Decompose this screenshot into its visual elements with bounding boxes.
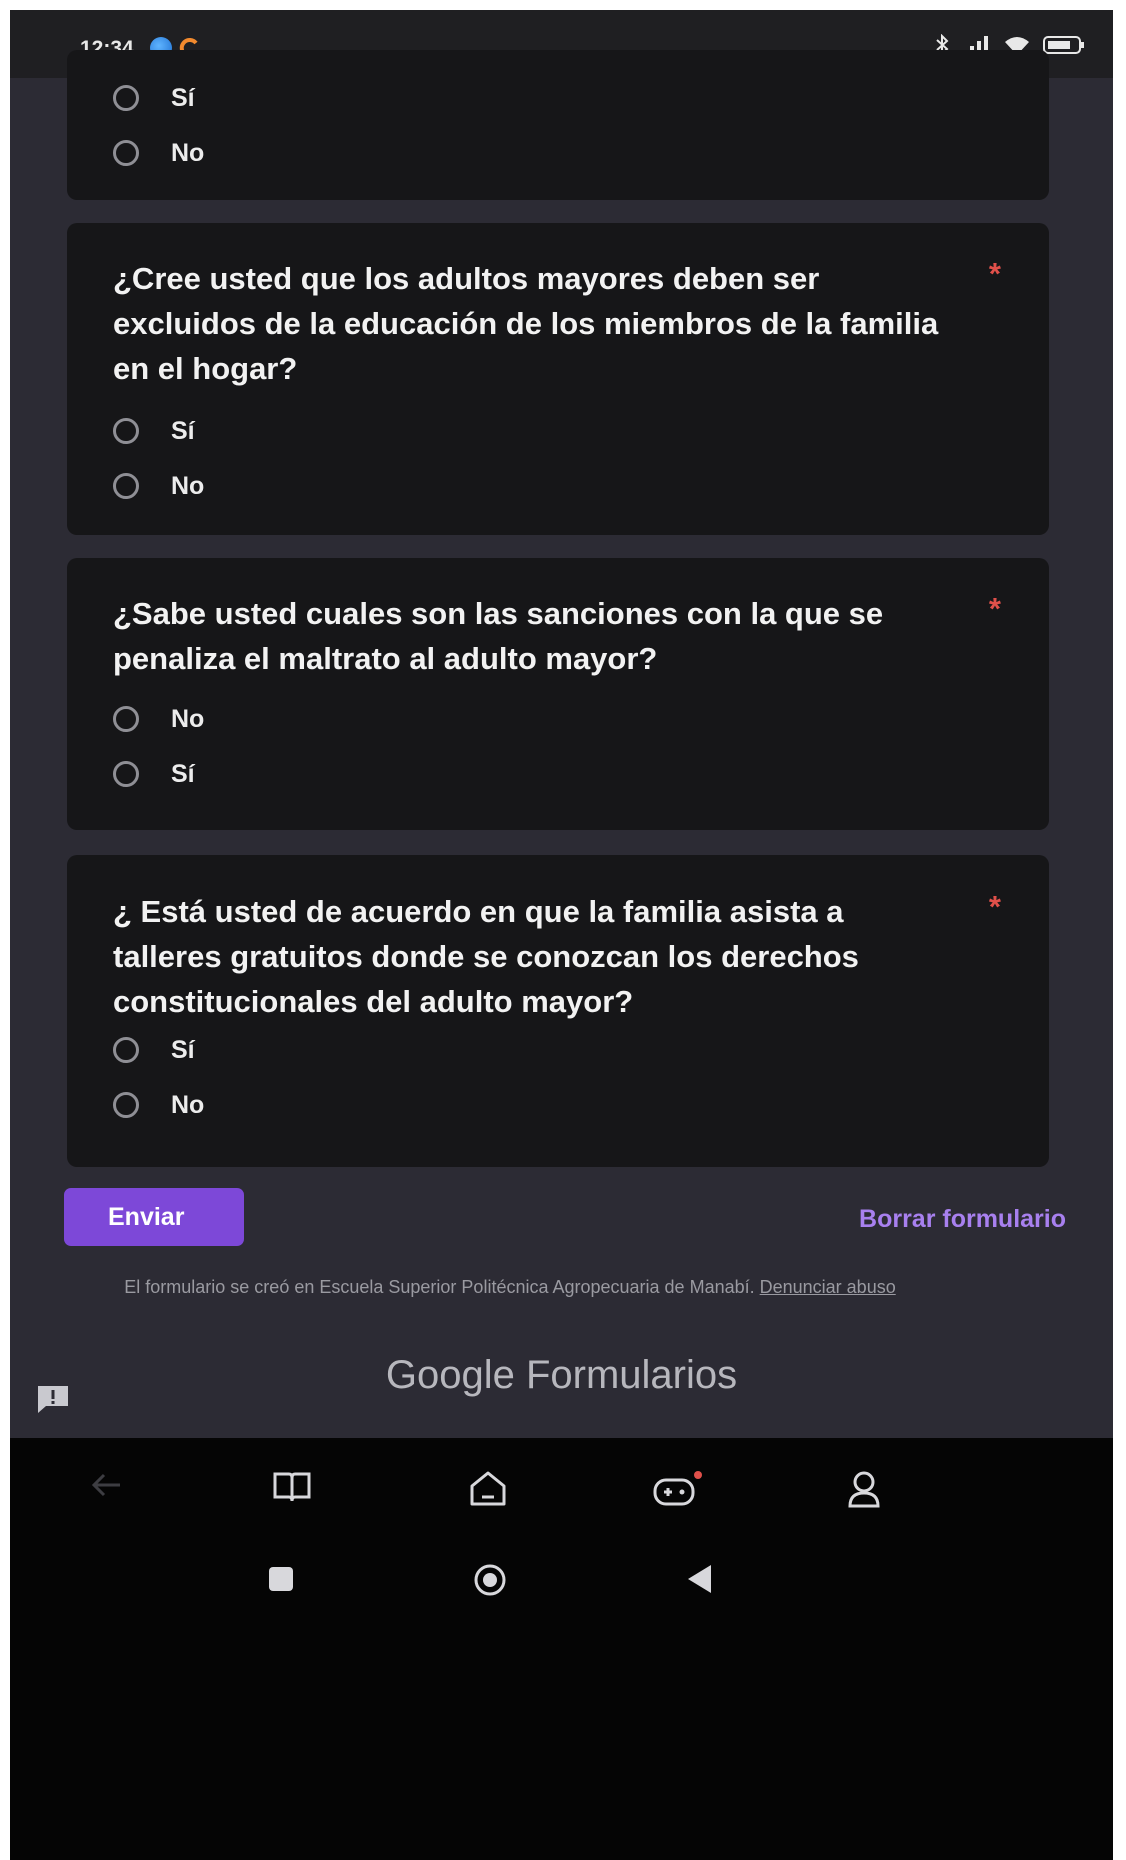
radio-option[interactable]: No	[113, 1085, 204, 1125]
question-card: ¿Cree usted que los adultos mayores debe…	[67, 223, 1049, 535]
radio-button[interactable]	[113, 1092, 139, 1118]
question-card: ¿ Está usted de acuerdo en que la famili…	[67, 855, 1049, 1167]
radio-button[interactable]	[113, 418, 139, 444]
book-icon[interactable]	[272, 1470, 312, 1509]
radio-button[interactable]	[113, 1037, 139, 1063]
radio-button[interactable]	[113, 761, 139, 787]
clear-form-link[interactable]: Borrar formulario	[859, 1205, 1066, 1234]
required-asterisk: *	[988, 591, 1001, 626]
radio-button[interactable]	[113, 706, 139, 732]
footer-text: El formulario se creó en Escuela Superio…	[80, 1275, 940, 1299]
screen: 12:34 Sí No ¿Cree usted que los adultos …	[10, 10, 1113, 1860]
submit-button[interactable]: Enviar	[64, 1188, 244, 1246]
radio-option[interactable]: No	[113, 133, 204, 173]
gamepad-icon[interactable]	[652, 1470, 704, 1513]
radio-button[interactable]	[113, 85, 139, 111]
footer-created-text: El formulario se creó en Escuela Superio…	[124, 1277, 755, 1297]
feedback-icon[interactable]	[36, 1384, 70, 1414]
home-icon[interactable]	[468, 1470, 508, 1513]
home-circle-icon[interactable]	[473, 1563, 507, 1602]
required-asterisk: *	[988, 256, 1001, 291]
radio-button[interactable]	[113, 473, 139, 499]
battery-icon	[1043, 34, 1085, 56]
radio-button[interactable]	[113, 140, 139, 166]
system-nav-bar	[10, 1543, 1113, 1860]
option-label: Sí	[171, 759, 195, 788]
report-abuse-link[interactable]: Denunciar abuso	[760, 1277, 896, 1297]
option-label: Sí	[171, 83, 195, 112]
option-label: No	[171, 704, 205, 733]
question-title: ¿ Está usted de acuerdo en que la famili…	[113, 894, 859, 1019]
radio-option[interactable]: Sí	[113, 78, 195, 118]
back-triangle-icon[interactable]	[685, 1563, 713, 1600]
option-label: Sí	[171, 416, 195, 445]
radio-option[interactable]: No	[113, 466, 204, 506]
option-label: No	[171, 138, 205, 167]
back-arrow-icon[interactable]	[90, 1470, 122, 1505]
google-forms-logo: Google Formularios	[385, 1353, 738, 1397]
option-label: No	[171, 471, 205, 500]
radio-option[interactable]: Sí	[113, 754, 195, 794]
radio-option[interactable]: Sí	[113, 1030, 195, 1070]
radio-option[interactable]: No	[113, 699, 204, 739]
question-title: ¿Sabe usted cuales son las sanciones con…	[113, 596, 884, 676]
recents-square-icon[interactable]	[268, 1566, 294, 1597]
option-label: Sí	[171, 1035, 195, 1064]
radio-option[interactable]: Sí	[113, 411, 195, 451]
question-title: ¿Cree usted que los adultos mayores debe…	[113, 261, 939, 386]
question-card: Sí No	[67, 50, 1049, 200]
profile-icon[interactable]	[846, 1470, 882, 1513]
browser-nav-bar	[10, 1438, 1113, 1543]
required-asterisk: *	[988, 889, 1001, 924]
option-label: No	[171, 1090, 205, 1119]
question-card: ¿Sabe usted cuales son las sanciones con…	[67, 558, 1049, 830]
